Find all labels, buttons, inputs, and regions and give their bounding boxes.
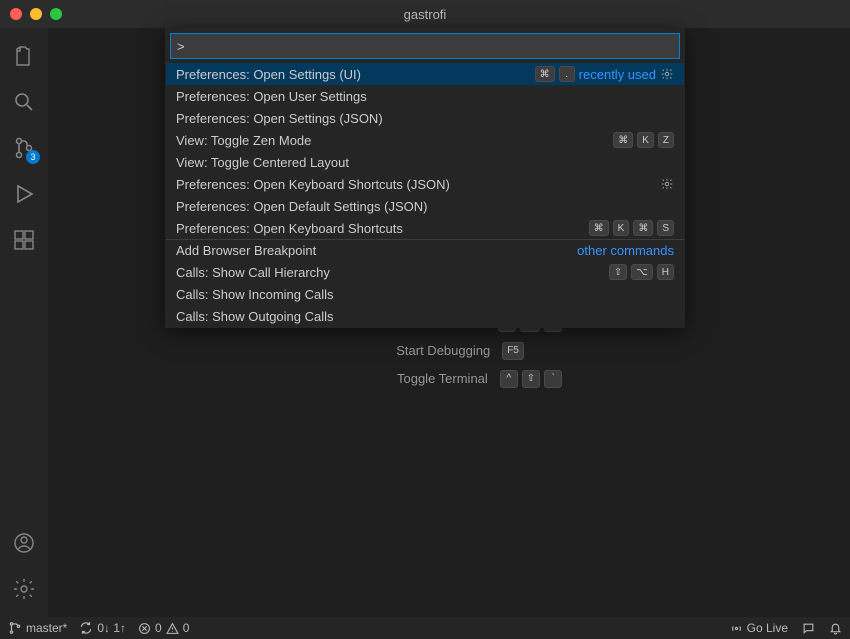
cmd-calls-show-hierarchy[interactable]: Calls: Show Call Hierarchy⇧⌥H [166,261,684,283]
keycap: S [657,220,674,236]
status-bell-icon[interactable] [829,622,842,635]
welcome-label: Toggle Terminal [338,371,488,386]
keycap: ` [544,370,562,388]
keycap: H [657,264,674,280]
command-label: Add Browser Breakpoint [176,243,577,258]
command-label: Preferences: Open Keyboard Shortcuts (JS… [176,177,660,192]
sync-text: 0↓ 1↑ [97,621,126,635]
command-label: Calls: Show Incoming Calls [176,287,674,302]
accounts-icon[interactable] [0,523,48,563]
status-go-live[interactable]: Go Live [730,621,788,635]
keycap: ⌥ [631,264,653,280]
keycap: ⌘ [633,220,653,236]
extensions-icon[interactable] [0,220,48,260]
keycap: ⌘ [589,220,609,236]
keycap: ^ [500,370,518,388]
status-feedback-icon[interactable] [802,622,815,635]
section-label: recently used [579,67,656,82]
keycap: ⌘ [613,132,633,148]
welcome-row: Toggle Terminal ^⇧` [336,370,562,388]
keycap: ⇧ [609,264,627,280]
command-label: View: Toggle Centered Layout [176,155,674,170]
status-problems[interactable]: 0 0 [138,621,189,635]
command-palette-input[interactable] [170,33,680,59]
scm-badge: 3 [26,150,40,164]
keycap: ⇧ [522,370,540,388]
status-bar: master* 0↓ 1↑ 0 0 Go Live [0,617,850,639]
explorer-icon[interactable] [0,36,48,76]
search-icon[interactable] [0,82,48,122]
keycap: K [613,220,630,236]
keycap: K [637,132,654,148]
welcome-row: Start Debugging F5 [336,342,562,360]
command-label: Calls: Show Outgoing Calls [176,309,674,324]
cmd-pref-open-kb-json[interactable]: Preferences: Open Keyboard Shortcuts (JS… [166,173,684,195]
status-branch[interactable]: master* [8,621,67,635]
keycap: ⌘ [535,66,555,82]
cmd-pref-open-settings-ui[interactable]: Preferences: Open Settings (UI)⌘. recentl… [166,63,684,85]
cmd-view-toggle-zen[interactable]: View: Toggle Zen Mode⌘KZ [166,129,684,151]
go-live-label: Go Live [747,621,788,635]
titlebar: gastrofi [0,0,850,28]
cmd-add-browser-breakpoint[interactable]: Add Browser Breakpointother commands [166,239,684,261]
command-label: Calls: Show Call Hierarchy [176,265,609,280]
section-label: other commands [577,243,674,258]
cmd-pref-open-settings-json[interactable]: Preferences: Open Settings (JSON) [166,107,684,129]
welcome-label: Start Debugging [340,343,490,358]
run-debug-icon[interactable] [0,174,48,214]
command-label: Preferences: Open Settings (JSON) [176,111,674,126]
command-list: Preferences: Open Settings (UI)⌘.recentl… [166,63,684,327]
config-gear-icon[interactable] [660,67,674,81]
command-label: Preferences: Open Default Settings (JSON… [176,199,674,214]
command-label: Preferences: Open Keyboard Shortcuts [176,221,589,236]
status-sync[interactable]: 0↓ 1↑ [79,621,126,635]
error-count: 0 [155,621,162,635]
source-control-icon[interactable]: 3 [0,128,48,168]
branch-name: master* [26,621,67,635]
settings-gear-icon[interactable] [0,569,48,609]
command-palette: Preferences: Open Settings (UI)⌘.recentl… [165,28,685,328]
keycap: . [559,66,575,82]
window-title: gastrofi [0,7,850,22]
cmd-pref-open-user-settings[interactable]: Preferences: Open User Settings [166,85,684,107]
command-label: Preferences: Open Settings (UI) [176,67,535,82]
cmd-view-toggle-centered[interactable]: View: Toggle Centered Layout [166,151,684,173]
cmd-calls-show-incoming[interactable]: Calls: Show Incoming Calls [166,283,684,305]
cmd-calls-show-outgoing[interactable]: Calls: Show Outgoing Calls [166,305,684,327]
command-label: Preferences: Open User Settings [176,89,674,104]
warning-count: 0 [183,621,190,635]
activity-bar: 3 [0,28,48,617]
keycap: F5 [502,342,524,360]
command-label: View: Toggle Zen Mode [176,133,613,148]
cmd-pref-open-default-settings-json[interactable]: Preferences: Open Default Settings (JSON… [166,195,684,217]
cmd-pref-open-kb[interactable]: Preferences: Open Keyboard Shortcuts⌘K⌘S [166,217,684,239]
keycap: Z [658,132,674,148]
config-gear-icon[interactable] [660,177,674,191]
